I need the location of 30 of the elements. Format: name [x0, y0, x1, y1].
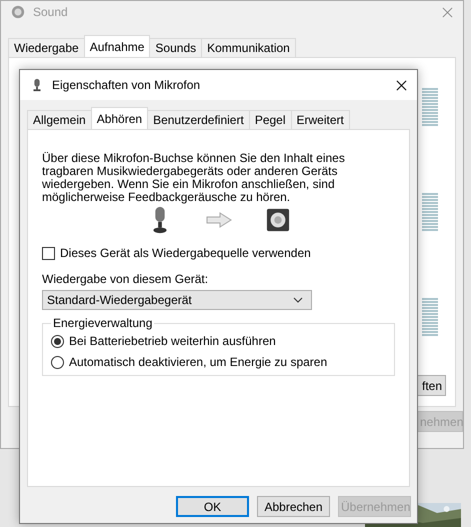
tab[interactable]: Aufnahme — [84, 35, 150, 57]
tab[interactable]: Erweitert — [290, 110, 350, 129]
caret-icon — [293, 297, 303, 303]
tab[interactable]: Abhören — [90, 107, 148, 129]
level-meter-icon — [422, 298, 438, 338]
properties-button[interactable]: ften — [416, 375, 446, 396]
radio-label: Bei Batteriebetrieb weiterhin ausführen — [69, 334, 276, 348]
radio-label: Automatisch deaktivieren, um Energie zu sparen — [69, 355, 328, 369]
tab[interactable]: Allgemein — [27, 110, 92, 129]
playback-device-dropdown[interactable]: Standard-Wiedergabegerät — [42, 290, 312, 310]
description-text: Über diese Mikrofon-Buchse können Sie den Inhalt eines tragbaren Musikwiedergabegeräts oder anderen Geräts wiedergeben. Wenn Sie ein Mikrofon anschließen, sind möglicherweise Feedbackgeräusche zu hören. — [42, 152, 346, 204]
radio-button[interactable] — [51, 334, 64, 348]
tab[interactable]: Wiedergabe — [8, 38, 85, 57]
group-title: Energieverwaltung — [52, 316, 154, 330]
dialog-button[interactable]: OK — [176, 496, 249, 517]
radio-button[interactable] — [51, 356, 64, 368]
level-meter-icon — [422, 193, 438, 233]
window-title: Eigenschaften von Mikrofon — [52, 78, 202, 92]
tab[interactable]: Pegel — [248, 110, 292, 129]
arrow-icon — [206, 212, 232, 228]
field-label: Wiedergabe von diesem Gerät: — [42, 272, 210, 286]
speaker-icon — [266, 206, 290, 234]
window-title: Sound — [33, 5, 69, 19]
checkbox[interactable] — [42, 246, 55, 260]
level-meter-icon — [422, 88, 438, 128]
dialog-button[interactable]: Abbrechen — [257, 496, 330, 517]
tab[interactable]: Kommunikation — [201, 38, 296, 57]
close-icon[interactable] — [396, 80, 407, 90]
speaker-icon — [11, 5, 25, 19]
checkbox-label: Dieses Gerät als Wiedergabequelle verwenden — [60, 246, 311, 260]
